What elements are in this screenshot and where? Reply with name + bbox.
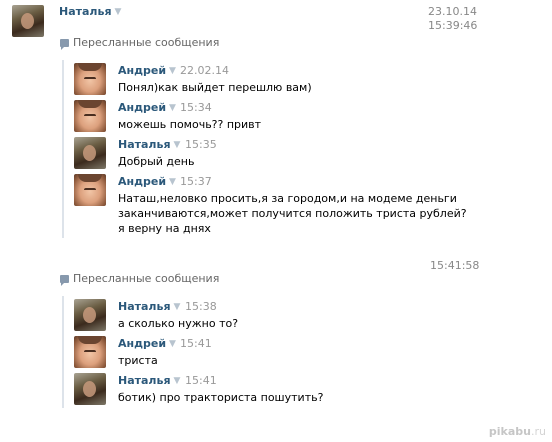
watermark-brand: pikabu xyxy=(488,425,531,438)
avatar-natalya[interactable] xyxy=(74,137,106,169)
forward-icon xyxy=(60,275,69,286)
message-time: 15:39:46 xyxy=(428,19,478,32)
avatar-andrey[interactable] xyxy=(74,336,106,368)
dropdown-triangle-icon[interactable]: ▼ xyxy=(169,339,176,349)
dropdown-triangle-icon[interactable]: ▼ xyxy=(115,7,122,17)
author-name[interactable]: Андрей ▼ xyxy=(118,101,176,114)
author-name-text: Андрей xyxy=(118,101,167,114)
message-time: 15:38 xyxy=(185,300,217,313)
author-name[interactable]: Андрей ▼ xyxy=(118,64,176,77)
message-time: 15:37 xyxy=(180,175,212,188)
message-time: 15:41 xyxy=(185,374,217,387)
author-name[interactable]: Наталья ▼ xyxy=(118,374,180,387)
avatar-andrey[interactable] xyxy=(74,100,106,132)
forwarded-messages-label: Пересланные сообщения xyxy=(73,272,220,285)
message-time: 15:34 xyxy=(180,101,212,114)
author-name-text: Андрей xyxy=(118,64,167,77)
author-name[interactable]: Наталья ▼ xyxy=(118,138,180,151)
author-name-text: Наталья xyxy=(59,5,112,18)
message-text: Понял)как выйдет перешлю вам) xyxy=(118,81,312,94)
message-time: 15:41:58 xyxy=(430,259,480,272)
author-name-text: Наталья xyxy=(118,138,171,151)
pikabu-watermark: pikabu.ru xyxy=(489,425,546,438)
message-text: Добрый день xyxy=(118,155,195,168)
avatar-andrey[interactable] xyxy=(74,63,106,95)
author-name-text: Наталья xyxy=(118,300,171,313)
dropdown-triangle-icon[interactable]: ▼ xyxy=(174,376,181,386)
forward-icon xyxy=(60,39,69,50)
dropdown-triangle-icon[interactable]: ▼ xyxy=(174,140,181,150)
author-name[interactable]: Наталья ▼ xyxy=(118,300,180,313)
forward-quote-bar xyxy=(62,60,64,238)
author-name-text: Андрей xyxy=(118,175,167,188)
author-name[interactable]: Андрей ▼ xyxy=(118,337,176,350)
author-name[interactable]: Андрей ▼ xyxy=(118,175,176,188)
forwarded-messages-label: Пересланные сообщения xyxy=(73,36,220,49)
dropdown-triangle-icon[interactable]: ▼ xyxy=(169,66,176,76)
watermark-suffix: .ru xyxy=(531,425,546,438)
message-date: 23.10.14 xyxy=(428,5,477,18)
message-time: 15:35 xyxy=(185,138,217,151)
avatar-natalya[interactable] xyxy=(74,373,106,405)
avatar-natalya[interactable] xyxy=(12,5,44,37)
message-time: 22.02.14 xyxy=(180,64,229,77)
forward-quote-bar xyxy=(62,296,64,408)
avatar-andrey[interactable] xyxy=(74,174,106,206)
message-text: а сколько нужно то? xyxy=(118,317,239,330)
author-name-text: Андрей xyxy=(118,337,167,350)
author-name[interactable]: Наталья ▼ xyxy=(59,5,121,18)
dropdown-triangle-icon[interactable]: ▼ xyxy=(169,103,176,113)
dropdown-triangle-icon[interactable]: ▼ xyxy=(174,302,181,312)
dropdown-triangle-icon[interactable]: ▼ xyxy=(169,177,176,187)
avatar-natalya[interactable] xyxy=(74,299,106,331)
message-time: 15:41 xyxy=(180,337,212,350)
author-name-text: Наталья xyxy=(118,374,171,387)
message-text: можешь помочь?? привт xyxy=(118,118,262,131)
message-text-line: я верну на днях xyxy=(118,222,211,235)
message-text: ботик) про тракториста пошутить? xyxy=(118,391,324,404)
message-text: триста xyxy=(118,354,158,367)
